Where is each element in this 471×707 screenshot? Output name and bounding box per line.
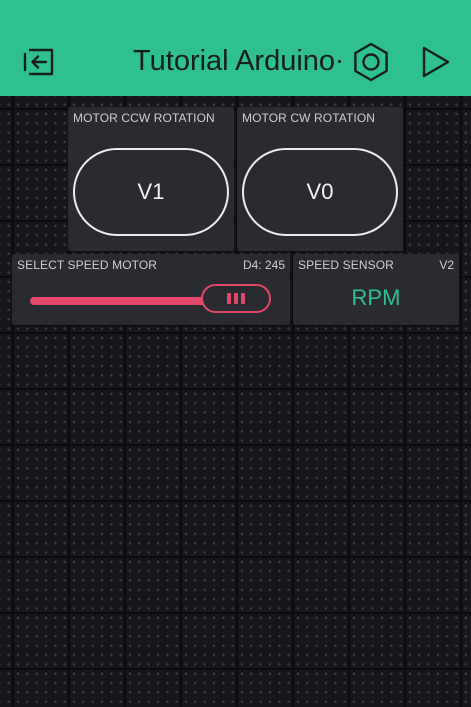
exit-icon[interactable]	[18, 42, 58, 82]
widget-label: SPEED SENSOR	[298, 258, 394, 272]
status-bar	[0, 0, 471, 29]
grip-icon	[234, 293, 238, 304]
title-dot	[338, 60, 341, 63]
motor-cw-button[interactable]: V0	[242, 148, 398, 236]
pin-value: V2	[439, 258, 454, 272]
slider-thumb[interactable]	[201, 284, 271, 313]
slider-track[interactable]	[30, 297, 230, 305]
speed-slider-widget: SELECT SPEED MOTOR D4: 245	[12, 254, 290, 325]
widget-label: SELECT SPEED MOTOR	[17, 258, 158, 272]
hexagon-nut-icon[interactable]	[351, 42, 391, 82]
play-icon[interactable]	[417, 42, 457, 82]
grip-icon	[227, 293, 231, 304]
grip-icon	[241, 293, 245, 304]
page-title: Tutorial Arduino	[133, 45, 336, 77]
motor-cw-button-widget: MOTOR CW ROTATION V0	[237, 107, 403, 251]
widget-label: MOTOR CCW ROTATION	[73, 111, 215, 125]
motor-ccw-button-widget: MOTOR CCW ROTATION V1	[68, 107, 234, 251]
pin-value: D4: 245	[242, 258, 285, 272]
speed-sensor-widget: SPEED SENSOR V2 RPM	[293, 254, 459, 325]
value-display: RPM	[351, 285, 401, 310]
widget-label: MOTOR CW ROTATION	[242, 111, 376, 125]
motor-ccw-button[interactable]: V1	[73, 148, 229, 236]
app-header: Tutorial Arduino	[0, 29, 471, 96]
